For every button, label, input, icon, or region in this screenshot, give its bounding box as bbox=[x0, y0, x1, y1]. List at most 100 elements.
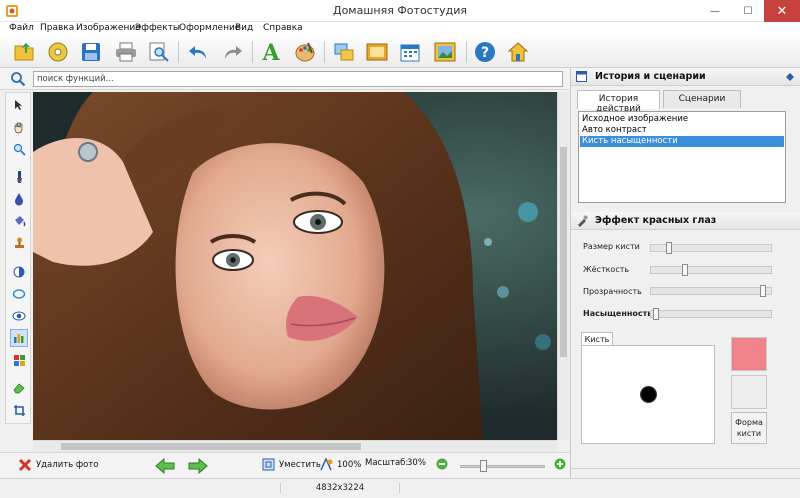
collage-icon[interactable] bbox=[432, 39, 458, 65]
close-button[interactable]: ✕ bbox=[764, 0, 800, 22]
zoom-preview-icon[interactable] bbox=[146, 39, 172, 65]
opacity-slider[interactable] bbox=[650, 285, 772, 297]
brush-tool-icon[interactable] bbox=[10, 168, 28, 186]
frames-icon[interactable] bbox=[331, 39, 357, 65]
svg-text:A: A bbox=[261, 41, 280, 63]
tab-scenarios[interactable]: Сценарии bbox=[663, 90, 741, 108]
photo-frame-icon[interactable] bbox=[364, 39, 390, 65]
actual-size-label: 100% bbox=[337, 459, 362, 470]
history-item-saturation-brush[interactable]: Кисть насыщенности bbox=[580, 136, 784, 147]
hardness-label: Жёсткость bbox=[583, 265, 630, 274]
minimize-button[interactable]: — bbox=[700, 0, 730, 22]
fit-button[interactable]: Уместить bbox=[262, 458, 321, 471]
drop-tool-icon[interactable] bbox=[10, 190, 28, 208]
redo-icon[interactable] bbox=[219, 39, 245, 65]
stamp-tool-icon[interactable] bbox=[10, 234, 28, 252]
previous-photo-button[interactable] bbox=[155, 458, 175, 474]
brush-size-slider[interactable] bbox=[650, 242, 772, 254]
bottom-bar: Удалить фото Уместить 100% Масштаб: 30% bbox=[0, 452, 570, 478]
delete-photo-label: Удалить фото bbox=[36, 460, 99, 470]
delete-x-icon bbox=[18, 458, 32, 472]
brush-preview-tab[interactable]: Кисть bbox=[581, 332, 613, 346]
zoom-slider-thumb[interactable] bbox=[480, 460, 487, 472]
eye-tool-icon[interactable] bbox=[10, 307, 28, 325]
zoom-value: 30% bbox=[407, 458, 426, 468]
horizontal-scrollbar[interactable] bbox=[33, 440, 557, 452]
window-title: Домашняя Фотостудия bbox=[332, 4, 468, 17]
save-disk-icon[interactable] bbox=[78, 39, 104, 65]
opacity-label: Прозрачность bbox=[583, 287, 642, 296]
history-item-original[interactable]: Исходное изображение bbox=[580, 114, 784, 125]
brush-shape-button[interactable]: Форма кисти bbox=[731, 412, 767, 444]
bucket-tool-icon[interactable] bbox=[10, 212, 28, 230]
zoom-label-group: Масштаб: bbox=[365, 458, 408, 468]
panel-window-icon bbox=[576, 71, 587, 82]
hardness-thumb[interactable] bbox=[682, 264, 688, 276]
home-icon[interactable] bbox=[505, 39, 531, 65]
menu-effects[interactable]: Эффекты bbox=[135, 23, 180, 33]
brush-effect-icon bbox=[578, 215, 588, 227]
search-icon bbox=[11, 72, 26, 87]
arrow-right-icon bbox=[188, 458, 208, 474]
fit-label: Уместить bbox=[279, 459, 321, 470]
menu-design[interactable]: Оформление bbox=[179, 23, 240, 33]
photo-canvas[interactable] bbox=[33, 92, 557, 440]
delete-photo-button[interactable]: Удалить фото bbox=[18, 458, 99, 472]
calendar-icon[interactable] bbox=[397, 39, 423, 65]
undo-icon[interactable] bbox=[186, 39, 212, 65]
vertical-scrollbar[interactable] bbox=[557, 92, 569, 440]
right-panel: История и сценарии История действий Сцен… bbox=[570, 68, 800, 478]
menu-edit[interactable]: Правка bbox=[40, 23, 74, 33]
menu-file[interactable]: Файл bbox=[9, 23, 34, 33]
next-photo-button[interactable] bbox=[188, 458, 208, 474]
color-swatch-secondary[interactable] bbox=[731, 375, 767, 409]
svg-text:?: ? bbox=[481, 45, 489, 61]
saturation-label: Насыщенность bbox=[583, 309, 653, 318]
maximize-button[interactable]: ☐ bbox=[733, 0, 763, 22]
image-dimensions: 4832x3224 bbox=[280, 483, 400, 493]
ellipse-tool-icon[interactable] bbox=[10, 285, 28, 303]
zoom-out-icon bbox=[436, 458, 448, 470]
pointer-tool-icon[interactable] bbox=[10, 96, 28, 114]
brush-size-thumb[interactable] bbox=[666, 242, 672, 254]
open-folder-icon[interactable] bbox=[12, 39, 38, 65]
saturation-slider[interactable] bbox=[650, 308, 772, 320]
zoom-out-button[interactable] bbox=[436, 458, 448, 470]
hardness-slider[interactable] bbox=[650, 264, 772, 276]
actual-size-icon bbox=[320, 458, 333, 471]
arrow-left-icon bbox=[155, 458, 175, 474]
crop-tool-icon[interactable] bbox=[10, 401, 28, 419]
levels-tool-icon[interactable] bbox=[10, 329, 28, 347]
half-circle-tool-icon[interactable] bbox=[10, 263, 28, 281]
pin-icon[interactable] bbox=[785, 72, 795, 82]
fit-icon bbox=[262, 458, 275, 471]
print-icon[interactable] bbox=[113, 39, 139, 65]
opacity-thumb[interactable] bbox=[760, 285, 766, 297]
zoom-slider[interactable] bbox=[460, 460, 545, 472]
zoom-in-button[interactable] bbox=[554, 458, 566, 470]
color-swatch-primary[interactable] bbox=[731, 337, 767, 371]
tab-action-history[interactable]: История действий bbox=[577, 90, 660, 114]
search-row bbox=[0, 68, 570, 90]
main-toolbar: A ? bbox=[0, 36, 800, 68]
zoom-tool-icon[interactable] bbox=[10, 140, 28, 158]
menu-view[interactable]: Вид bbox=[235, 23, 253, 33]
palette-icon[interactable] bbox=[292, 39, 318, 65]
help-icon[interactable]: ? bbox=[472, 39, 498, 65]
title-bar: Домашняя Фотостудия — ☐ ✕ bbox=[0, 0, 800, 22]
actual-size-button[interactable]: 100% bbox=[320, 458, 361, 471]
menu-bar: Файл Правка Изображение Эффекты Оформлен… bbox=[0, 22, 800, 36]
menu-image[interactable]: Изображение bbox=[76, 23, 141, 33]
history-item-auto-contrast[interactable]: Авто контраст bbox=[580, 125, 784, 136]
text-icon[interactable]: A bbox=[258, 39, 284, 65]
cd-disc-icon[interactable] bbox=[45, 39, 71, 65]
brush-shape-label-2: кисти bbox=[736, 429, 762, 438]
portrait-photo bbox=[33, 92, 557, 440]
hand-tool-icon[interactable] bbox=[10, 118, 28, 136]
search-input[interactable] bbox=[33, 71, 563, 87]
menu-help[interactable]: Справка bbox=[263, 23, 303, 33]
history-panel-header: История и сценарии bbox=[571, 68, 800, 86]
squares-tool-icon[interactable] bbox=[10, 351, 28, 369]
saturation-thumb[interactable] bbox=[653, 308, 659, 320]
eraser-tool-icon[interactable] bbox=[10, 379, 28, 397]
